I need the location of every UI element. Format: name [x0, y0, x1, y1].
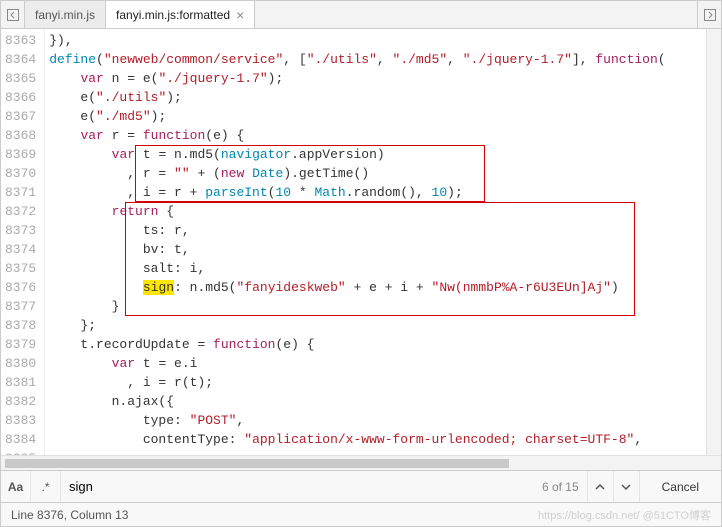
- search-cancel-button[interactable]: Cancel: [639, 471, 721, 502]
- search-input[interactable]: [61, 471, 534, 502]
- code-line[interactable]: type: "POST",: [49, 411, 706, 430]
- tab-prev-button[interactable]: [1, 1, 25, 28]
- regex-label: .*: [41, 480, 49, 494]
- line-number: 8381: [5, 373, 36, 392]
- search-prev-button[interactable]: [587, 471, 613, 502]
- code-line[interactable]: , r = "" + (new Date).getTime(): [49, 164, 706, 183]
- code-line[interactable]: }),: [49, 31, 706, 50]
- line-number-gutter: 8363836483658366836783688369837083718372…: [1, 29, 45, 455]
- status-bar: Line 8376, Column 13 https://blog.csdn.n…: [1, 502, 721, 526]
- match-case-label: Aa: [8, 480, 23, 494]
- chevron-up-icon: [595, 482, 605, 492]
- close-icon[interactable]: ×: [236, 8, 244, 22]
- tab-label: fanyi.min.js: [35, 8, 95, 22]
- code-line[interactable]: e("./md5");: [49, 107, 706, 126]
- tab-label: fanyi.min.js:formatted: [116, 8, 230, 22]
- code-line[interactable]: }: [49, 297, 706, 316]
- line-number: 8372: [5, 202, 36, 221]
- line-number: 8368: [5, 126, 36, 145]
- cancel-label: Cancel: [662, 480, 699, 494]
- code-line[interactable]: var r = function(e) {: [49, 126, 706, 145]
- code-line[interactable]: , i = r + parseInt(10 * Math.random(), 1…: [49, 183, 706, 202]
- vertical-scrollbar[interactable]: [706, 29, 721, 455]
- line-number: 8371: [5, 183, 36, 202]
- code-line[interactable]: t.recordUpdate = function(e) {: [49, 335, 706, 354]
- line-number: 8375: [5, 259, 36, 278]
- code-line[interactable]: e("./utils");: [49, 88, 706, 107]
- code-line[interactable]: contentType: "application/x-www-form-url…: [49, 430, 706, 449]
- line-number: 8380: [5, 354, 36, 373]
- line-number: 8367: [5, 107, 36, 126]
- tab-next-button[interactable]: [697, 1, 721, 28]
- code-editor[interactable]: 8363836483658366836783688369837083718372…: [1, 29, 721, 455]
- line-number: 8383: [5, 411, 36, 430]
- line-number: 8379: [5, 335, 36, 354]
- code-line[interactable]: };: [49, 316, 706, 335]
- cursor-position: Line 8376, Column 13: [11, 508, 128, 522]
- line-number: 8385: [5, 449, 36, 455]
- code-line[interactable]: [49, 449, 706, 455]
- code-line[interactable]: var t = n.md5(navigator.appVersion): [49, 145, 706, 164]
- chevron-right-boxed-icon: [704, 9, 716, 21]
- regex-toggle[interactable]: .*: [31, 471, 61, 502]
- line-number: 8364: [5, 50, 36, 69]
- watermark-text: https://blog.csdn.net/ @51CTO博客: [538, 507, 711, 523]
- horizontal-scrollbar[interactable]: [1, 455, 721, 470]
- line-number: 8384: [5, 430, 36, 449]
- line-number: 8382: [5, 392, 36, 411]
- code-line[interactable]: define("newweb/common/service", ["./util…: [49, 50, 706, 69]
- line-number: 8377: [5, 297, 36, 316]
- code-line[interactable]: ts: r,: [49, 221, 706, 240]
- code-line[interactable]: bv: t,: [49, 240, 706, 259]
- chevron-down-icon: [621, 482, 631, 492]
- line-number: 8374: [5, 240, 36, 259]
- code-line[interactable]: var n = e("./jquery-1.7");: [49, 69, 706, 88]
- line-number: 8378: [5, 316, 36, 335]
- line-number: 8366: [5, 88, 36, 107]
- code-line[interactable]: var t = e.i: [49, 354, 706, 373]
- line-number: 8363: [5, 31, 36, 50]
- tab-bar: fanyi.min.js fanyi.min.js:formatted ×: [1, 1, 721, 29]
- search-next-button[interactable]: [613, 471, 639, 502]
- chevron-left-boxed-icon: [7, 9, 19, 21]
- code-line[interactable]: n.ajax({: [49, 392, 706, 411]
- line-number: 8370: [5, 164, 36, 183]
- search-result-count: 6 of 15: [534, 480, 587, 494]
- tab-0[interactable]: fanyi.min.js: [25, 1, 106, 28]
- line-number: 8376: [5, 278, 36, 297]
- line-number: 8365: [5, 69, 36, 88]
- line-number: 8369: [5, 145, 36, 164]
- match-case-toggle[interactable]: Aa: [1, 471, 31, 502]
- code-area[interactable]: }),define("newweb/common/service", ["./u…: [45, 29, 706, 455]
- code-line[interactable]: , i = r(t);: [49, 373, 706, 392]
- code-line[interactable]: salt: i,: [49, 259, 706, 278]
- code-line[interactable]: sign: n.md5("fanyideskweb" + e + i + "Nw…: [49, 278, 706, 297]
- tab-1[interactable]: fanyi.min.js:formatted ×: [106, 1, 255, 28]
- line-number: 8373: [5, 221, 36, 240]
- code-line[interactable]: return {: [49, 202, 706, 221]
- search-bar: Aa .* 6 of 15 Cancel: [1, 470, 721, 502]
